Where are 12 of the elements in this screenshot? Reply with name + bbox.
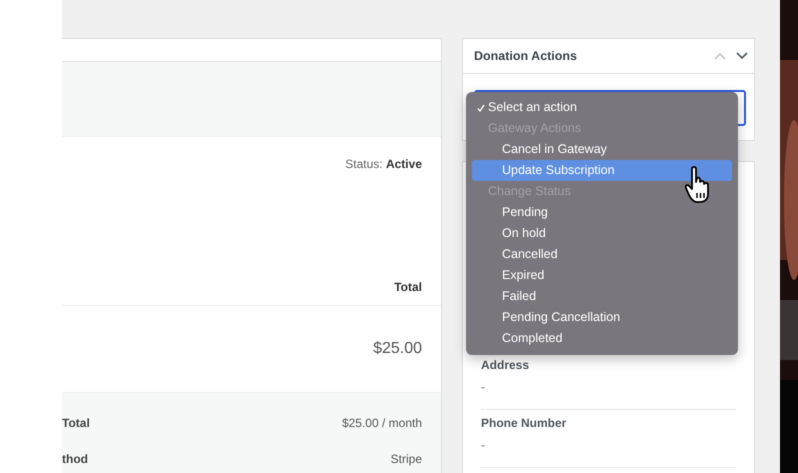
summary-label: Total [62,416,90,430]
column-heading: Total [394,280,422,294]
panel-title: Donation Actions [474,49,578,63]
field-value: - [481,438,486,452]
field-label: Address [481,358,530,372]
summary-label: thod [62,452,88,466]
summary-value: $25.00 / month [342,416,422,430]
status-text: Status: Active [345,156,422,173]
field-label: Phone Number [481,416,568,430]
summary-value: Stripe [390,452,422,466]
item-amount: $25.00 [373,340,422,358]
field-value: - [481,380,486,394]
